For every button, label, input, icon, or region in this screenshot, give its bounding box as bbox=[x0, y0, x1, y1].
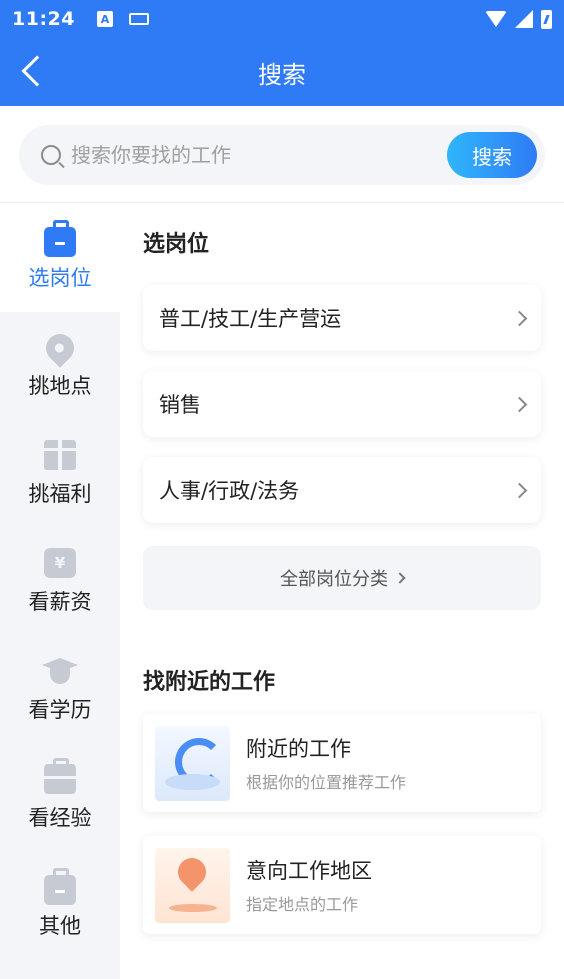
section-title-nearby: 找附近的工作 bbox=[143, 670, 276, 695]
search-section: 搜索 bbox=[0, 106, 564, 203]
accessibility-icon: A bbox=[96, 11, 113, 27]
gift-icon bbox=[44, 434, 76, 470]
sidebar-item-location[interactable]: 挑地点 bbox=[0, 312, 120, 420]
chevron-right-icon bbox=[511, 310, 528, 326]
category-card[interactable]: 普工/技工/生产营运 bbox=[143, 285, 541, 351]
sidebar-item-benefits[interactable]: 挑福利 bbox=[0, 420, 120, 528]
status-bar: 11:24 A bbox=[0, 0, 564, 38]
card-title: 意向工作地区 bbox=[246, 859, 372, 883]
sidebar-item-education[interactable]: 看学历 bbox=[0, 636, 120, 744]
nearby-illustration-icon bbox=[155, 725, 230, 801]
sidebar-item-jobs[interactable]: 选岗位 bbox=[0, 204, 120, 312]
sidebar-item-label: 选岗位 bbox=[28, 266, 92, 290]
card-text: 意向工作地区 指定地点的工作 bbox=[246, 855, 372, 915]
battery-icon bbox=[541, 9, 552, 29]
all-categories-label: 全部岗位分类 bbox=[280, 569, 388, 590]
main-content: 选岗位 普工/技工/生产营运 销售 人事/行政/法务 全部岗位分类 找附近的工作… bbox=[120, 204, 564, 979]
search-button[interactable]: 搜索 bbox=[447, 132, 537, 178]
map-pin-illustration-icon bbox=[155, 847, 230, 923]
signal-icon bbox=[515, 10, 533, 28]
sidebar-item-label: 看学历 bbox=[28, 698, 92, 722]
app-header: 11:24 A 搜索 bbox=[0, 0, 564, 106]
category-card[interactable]: 销售 bbox=[143, 371, 541, 437]
category-label: 销售 bbox=[159, 393, 201, 417]
preferred-area-card[interactable]: 意向工作地区 指定地点的工作 bbox=[143, 836, 541, 934]
sidebar: 选岗位 挑地点 挑福利 ¥ 看薪资 看学历 看经验 其他 bbox=[0, 204, 120, 979]
sidebar-item-label: 看经验 bbox=[28, 806, 92, 830]
status-time: 11:24 bbox=[12, 8, 75, 30]
nearby-jobs-card[interactable]: 附近的工作 根据你的位置推荐工作 bbox=[143, 714, 541, 812]
sidebar-item-other[interactable]: 其他 bbox=[0, 852, 120, 960]
sidebar-item-label: 其他 bbox=[39, 914, 81, 938]
chevron-right-icon bbox=[394, 572, 406, 584]
sidebar-item-label: 挑福利 bbox=[28, 482, 92, 506]
search-icon bbox=[41, 145, 61, 165]
sidebar-item-label: 挑地点 bbox=[28, 374, 92, 398]
category-card[interactable]: 人事/行政/法务 bbox=[143, 457, 541, 523]
search-bar[interactable]: 搜索 bbox=[19, 125, 545, 185]
category-label: 普工/技工/生产营运 bbox=[159, 307, 342, 331]
sidebar-item-label: 看薪资 bbox=[28, 590, 92, 614]
status-indicators bbox=[485, 9, 552, 29]
card-subtitle: 根据你的位置推荐工作 bbox=[246, 773, 407, 792]
all-categories-button[interactable]: 全部岗位分类 bbox=[143, 546, 541, 610]
wifi-icon bbox=[485, 11, 507, 27]
back-arrow-icon[interactable] bbox=[21, 55, 53, 87]
briefcase-icon bbox=[44, 220, 76, 257]
briefcase-icon bbox=[44, 868, 76, 905]
section-title-jobs: 选岗位 bbox=[143, 232, 210, 257]
nav-bar: 搜索 bbox=[0, 38, 564, 106]
chevron-right-icon bbox=[511, 482, 528, 498]
sidebar-item-salary[interactable]: ¥ 看薪资 bbox=[0, 528, 120, 636]
location-pin-icon bbox=[40, 328, 80, 368]
toolbox-icon bbox=[44, 758, 76, 794]
card-subtitle: 指定地点的工作 bbox=[246, 895, 359, 914]
page-title: 搜索 bbox=[258, 60, 306, 89]
money-icon: ¥ bbox=[44, 548, 76, 578]
graduation-cap-icon bbox=[44, 656, 76, 686]
card-text: 附近的工作 根据你的位置推荐工作 bbox=[246, 733, 406, 793]
keyboard-icon bbox=[128, 13, 149, 25]
category-label: 人事/行政/法务 bbox=[159, 479, 300, 503]
sidebar-item-experience[interactable]: 看经验 bbox=[0, 744, 120, 852]
chevron-right-icon bbox=[511, 396, 528, 412]
card-title: 附近的工作 bbox=[246, 737, 351, 761]
